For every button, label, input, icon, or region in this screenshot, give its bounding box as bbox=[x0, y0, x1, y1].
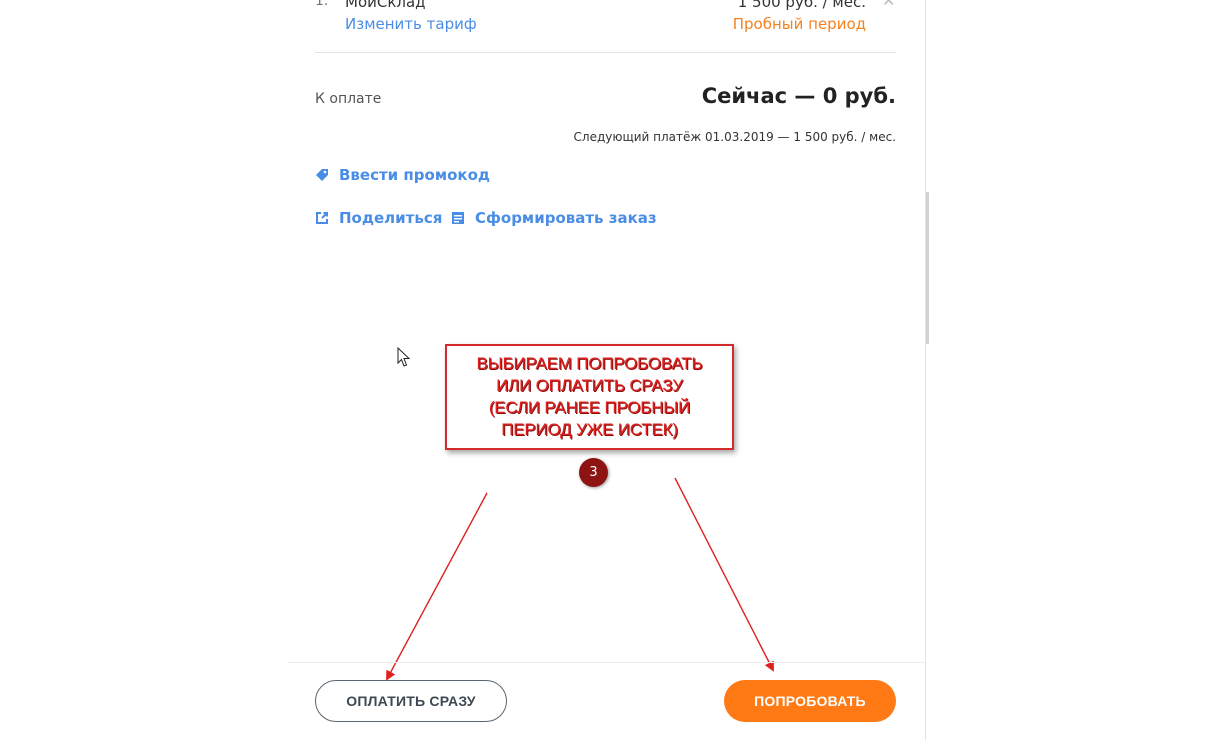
try-button[interactable]: ПОПРОБОВАТЬ bbox=[724, 680, 896, 722]
pay-label: К оплате bbox=[315, 91, 382, 107]
document-icon bbox=[452, 212, 464, 224]
change-tariff-link[interactable]: Изменить тариф bbox=[345, 15, 477, 33]
divider bbox=[315, 52, 896, 53]
close-icon[interactable]: ✕ bbox=[882, 0, 895, 10]
order-item-number: 1. bbox=[315, 0, 329, 9]
arrow-to-try-button bbox=[674, 477, 774, 672]
panel-edge bbox=[925, 0, 926, 740]
trial-status: Пробный период bbox=[732, 15, 866, 33]
step-badge: 3 bbox=[579, 458, 608, 487]
share-label: Поделиться bbox=[339, 209, 443, 227]
order-item-price: 1 500 руб. / мес. bbox=[737, 0, 866, 11]
promo-code-label: Ввести промокод bbox=[339, 166, 490, 184]
promo-code-link[interactable]: Ввести промокод bbox=[315, 166, 490, 184]
arrow-to-pay-button bbox=[386, 492, 488, 681]
pay-now-button[interactable]: ОПЛАТИТЬ СРАЗУ bbox=[315, 680, 507, 722]
share-icon bbox=[316, 212, 328, 224]
annotation-callout: ВЫБИРАЕМ ПОПРОБОВАТЬ ИЛИ ОПЛАТИТЬ СРАЗУ … bbox=[445, 344, 734, 450]
share-link[interactable]: Поделиться bbox=[315, 209, 442, 227]
mouse-cursor-icon bbox=[397, 347, 411, 367]
create-order-label: Сформировать заказ bbox=[475, 209, 657, 227]
pay-now-amount: Сейчас — 0 руб. bbox=[701, 84, 896, 108]
footer-divider bbox=[288, 662, 925, 663]
create-order-link[interactable]: Сформировать заказ bbox=[451, 209, 657, 227]
scrollbar-thumb[interactable] bbox=[926, 192, 929, 344]
tag-icon bbox=[316, 169, 328, 181]
order-item-name: МойСклад bbox=[345, 0, 426, 11]
next-payment-info: Следующий платёж 01.03.2019 — 1 500 руб.… bbox=[573, 130, 896, 144]
